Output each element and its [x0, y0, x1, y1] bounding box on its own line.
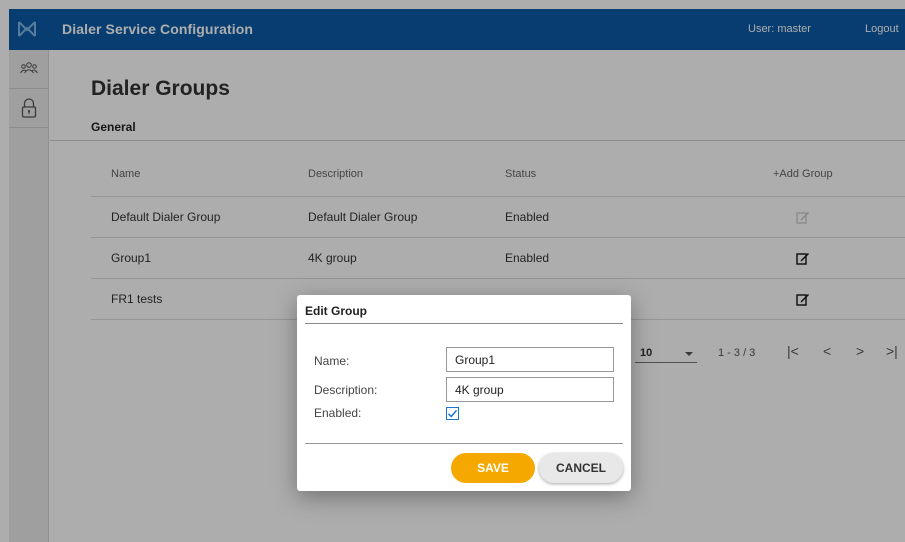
name-label: Name: [314, 354, 350, 368]
save-button[interactable]: SAVE [451, 453, 535, 483]
edit-group-dialog: Edit Group Name: Description: Enabled: S… [297, 295, 631, 491]
dialog-footer-divider [305, 443, 623, 444]
cancel-button[interactable]: CANCEL [539, 453, 623, 483]
dialog-title-divider [305, 323, 623, 324]
dialog-title: Edit Group [305, 304, 367, 318]
name-input[interactable] [446, 347, 614, 372]
description-input[interactable] [446, 377, 614, 402]
checkmark-icon [447, 409, 458, 418]
enabled-checkbox[interactable] [446, 407, 459, 420]
description-label: Description: [314, 383, 378, 397]
enabled-label: Enabled: [314, 406, 362, 420]
